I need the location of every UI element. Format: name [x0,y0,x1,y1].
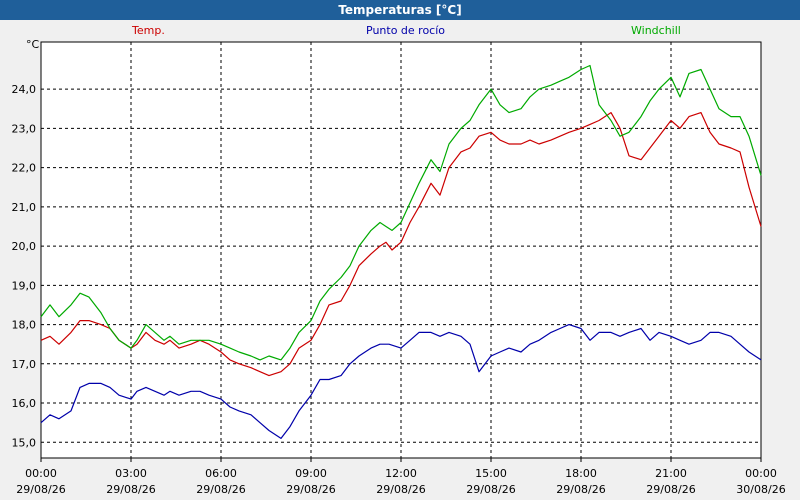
x-tick-time: 03:00 [115,467,147,480]
x-tick-time: 15:00 [475,467,507,480]
y-tick-label: 23,0 [12,122,37,135]
y-axis-unit: °C [26,38,40,51]
y-tick-label: 20,0 [12,240,37,253]
x-tick-date: 30/08/26 [736,483,785,496]
y-tick-label: 21,0 [12,201,37,214]
x-tick-time: 00:00 [25,467,57,480]
y-tick-label: 18,0 [12,319,37,332]
x-tick-date: 29/08/26 [646,483,695,496]
y-tick-label: 22,0 [12,162,37,175]
y-tick-label: 19,0 [12,279,37,292]
x-tick-time: 21:00 [655,467,687,480]
x-tick-date: 29/08/26 [466,483,515,496]
x-tick-time: 06:00 [205,467,237,480]
y-tick-label: 17,0 [12,358,37,371]
y-tick-label: 24,0 [12,83,37,96]
x-tick-date: 29/08/26 [196,483,245,496]
x-tick-date: 29/08/26 [16,483,65,496]
y-tick-label: 16,0 [12,397,37,410]
x-tick-time: 18:00 [565,467,597,480]
x-tick-time: 12:00 [385,467,417,480]
x-tick-date: 29/08/26 [556,483,605,496]
x-tick-time: 00:00 [745,467,777,480]
x-tick-date: 29/08/26 [286,483,335,496]
x-tick-time: 09:00 [295,467,327,480]
x-tick-date: 29/08/26 [376,483,425,496]
x-tick-date: 29/08/26 [106,483,155,496]
y-tick-label: 15,0 [12,436,37,449]
temperature-chart: °C 15,0 16,0 17,0 18,0 19,0 20,0 21,0 22,0 23,0 2… [12,38,786,496]
